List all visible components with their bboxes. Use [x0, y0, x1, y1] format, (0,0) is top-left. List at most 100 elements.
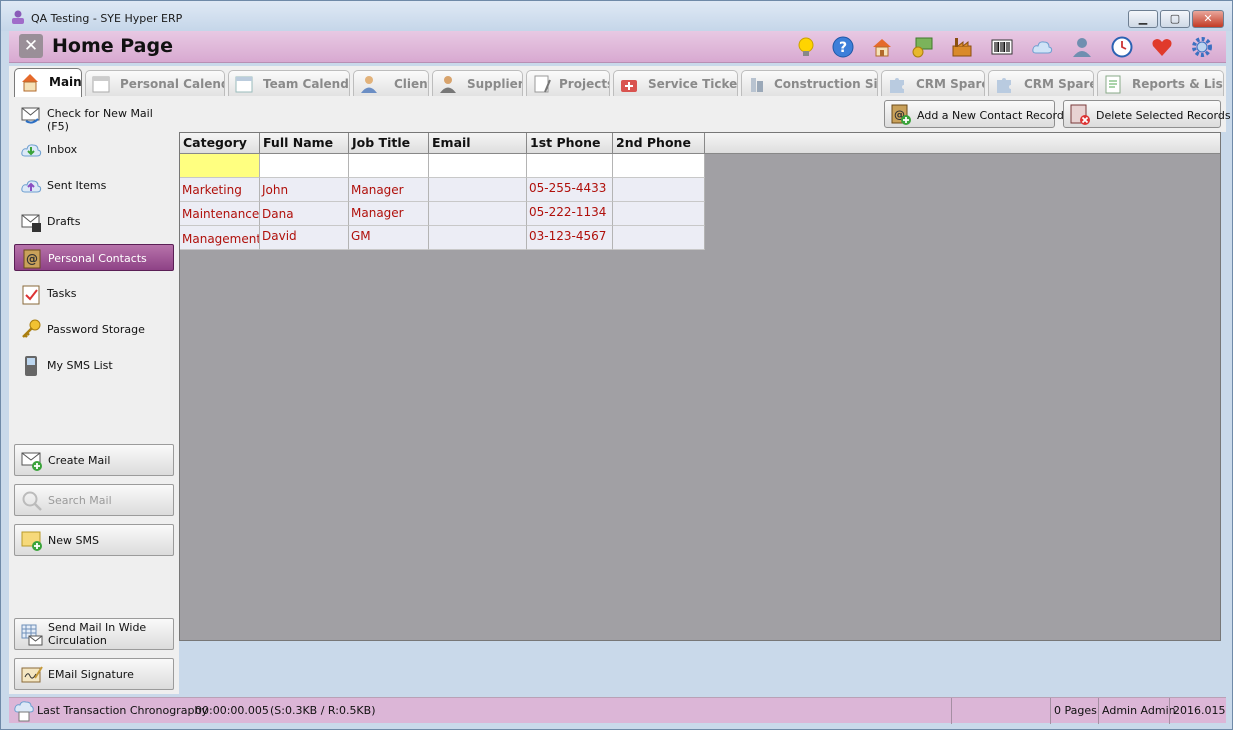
- table-cell[interactable]: John: [260, 178, 349, 202]
- send-wide-label-line1: Send Mail In Wide: [48, 621, 147, 634]
- tab-clients[interactable]: Clients: [353, 70, 429, 96]
- tab-team-calendar[interactable]: Team Calendar: [228, 70, 350, 96]
- table-cell[interactable]: GM: [349, 226, 429, 250]
- status-separator: [1169, 698, 1170, 724]
- sent-icon: [21, 180, 42, 193]
- puzzle-icon: [997, 78, 1011, 93]
- sidebar-item-my-sms-list[interactable]: My SMS List: [14, 352, 174, 379]
- table-cell[interactable]: Dana: [260, 202, 349, 226]
- filter-cell-category[interactable]: [180, 154, 260, 178]
- title-bar: QA Testing - SYE Hyper ERP ▁ ▢ ✕: [1, 1, 1232, 31]
- home-icon[interactable]: [871, 36, 893, 58]
- key-icon: [22, 319, 41, 338]
- column-header-email[interactable]: Email: [429, 133, 527, 154]
- check-mail-button[interactable]: Check for New Mail (F5): [14, 100, 174, 133]
- table-row[interactable]: Management David GM 03-123-4567: [180, 226, 705, 250]
- table-cell[interactable]: Maintenance: [180, 202, 260, 226]
- help-icon[interactable]: ?: [832, 36, 854, 58]
- factory-icon[interactable]: [951, 36, 973, 58]
- send-wide-label: Send Mail In Wide Circulation: [48, 621, 146, 647]
- tab-reports-lists[interactable]: Reports & Lists: [1097, 70, 1224, 96]
- filter-row: [180, 154, 705, 178]
- table-cell[interactable]: [613, 202, 705, 226]
- lightbulb-icon[interactable]: [795, 36, 817, 58]
- table-cell[interactable]: [613, 178, 705, 202]
- sidebar-item-password-storage[interactable]: Password Storage: [14, 316, 174, 343]
- tab-projects[interactable]: Projects: [526, 70, 610, 96]
- table-cell[interactable]: Management: [180, 226, 260, 250]
- close-window-button[interactable]: ✕: [1192, 10, 1224, 28]
- new-sms-label: New SMS: [48, 534, 99, 547]
- table-row[interactable]: Maintenance Dana Manager 05-222-1134: [180, 202, 705, 226]
- drafts-icon: [21, 214, 41, 232]
- tab-service-tickets[interactable]: Service Tickets: [613, 70, 738, 96]
- send-wide-circulation-button[interactable]: Send Mail In Wide Circulation: [14, 618, 174, 650]
- column-header-2nd-phone[interactable]: 2nd Phone: [613, 133, 705, 154]
- column-header-category[interactable]: Category: [180, 133, 260, 154]
- heart-icon[interactable]: [1151, 36, 1173, 58]
- cloud-icon[interactable]: [1031, 36, 1053, 58]
- column-header-1st-phone[interactable]: 1st Phone: [527, 133, 613, 154]
- sidebar-item-label: Tasks: [47, 287, 77, 300]
- settings-icon[interactable]: [1191, 36, 1213, 58]
- table-cell[interactable]: David: [260, 226, 349, 250]
- sidebar-item-personal-contacts[interactable]: @ Personal Contacts: [14, 244, 174, 271]
- table-cell[interactable]: [429, 178, 527, 202]
- status-user: Admin Admin: [1102, 704, 1176, 717]
- table-cell[interactable]: 05-255-4433: [527, 178, 613, 202]
- table-cell[interactable]: 05-222-1134: [527, 202, 613, 226]
- tab-suppliers[interactable]: Suppliers: [432, 70, 523, 96]
- sidebar-item-label: Sent Items: [47, 179, 107, 192]
- sidebar-item-inbox[interactable]: Inbox: [14, 136, 174, 163]
- search-mail-button[interactable]: Search Mail: [14, 484, 174, 516]
- add-contact-label: Add a New Contact Record: [917, 109, 1064, 122]
- tab-label: Construction Sites: [774, 77, 878, 91]
- barcode-icon[interactable]: [991, 36, 1013, 58]
- close-page-button[interactable]: ✕: [19, 34, 43, 58]
- filter-cell-email[interactable]: [429, 154, 527, 178]
- tab-label: Service Tickets: [648, 77, 738, 91]
- tab-crm-spare3[interactable]: CRM Spare3: [988, 70, 1094, 96]
- table-cell[interactable]: Marketing: [180, 178, 260, 202]
- status-pages: 0 Pages: [1054, 704, 1097, 717]
- add-contact-button[interactable]: @ Add a New Contact Record: [884, 100, 1064, 128]
- delete-records-label: Delete Selected Records: [1096, 109, 1231, 122]
- status-label: Last Transaction Chronography: [37, 704, 208, 717]
- table-cell[interactable]: 03-123-4567: [527, 226, 613, 250]
- table-cell[interactable]: Manager: [349, 178, 429, 202]
- tab-personal-calendar[interactable]: Personal Calendar: [85, 70, 225, 96]
- column-header-job-title[interactable]: Job Title: [349, 133, 429, 154]
- filter-cell-full-name[interactable]: [260, 154, 349, 178]
- new-sms-button[interactable]: New SMS: [14, 524, 174, 556]
- money-icon[interactable]: [911, 36, 933, 58]
- table-cell[interactable]: Manager: [349, 202, 429, 226]
- email-signature-button[interactable]: EMail Signature: [14, 658, 174, 690]
- table-cell[interactable]: [613, 226, 705, 250]
- filter-cell-2nd-phone[interactable]: [613, 154, 705, 178]
- users-icon[interactable]: [1071, 36, 1093, 58]
- tab-construction-sites[interactable]: Construction Sites: [741, 70, 878, 96]
- page-header: ✕ Home Page ?: [9, 31, 1226, 63]
- sidebar: Check for New Mail (F5) Inbox Sent Items…: [9, 98, 179, 694]
- team-calendar-icon: [235, 76, 253, 93]
- create-mail-button[interactable]: Create Mail: [14, 444, 174, 476]
- sidebar-item-drafts[interactable]: Drafts: [14, 208, 174, 235]
- table-row[interactable]: Marketing John Manager 05-255-4433: [180, 178, 705, 202]
- minimize-button[interactable]: ▁: [1128, 10, 1158, 28]
- sidebar-item-label: Password Storage: [47, 323, 145, 336]
- table-cell[interactable]: [429, 202, 527, 226]
- clock-icon[interactable]: [1111, 36, 1133, 58]
- column-header-full-name[interactable]: Full Name: [260, 133, 349, 154]
- sidebar-item-sent-items[interactable]: Sent Items: [14, 172, 174, 199]
- filter-cell-job-title[interactable]: [349, 154, 429, 178]
- tasks-icon: [22, 285, 40, 305]
- filter-cell-1st-phone[interactable]: [527, 154, 613, 178]
- sidebar-item-tasks[interactable]: Tasks: [14, 280, 174, 307]
- table-cell[interactable]: [429, 226, 527, 250]
- signature-icon: [21, 666, 43, 683]
- delete-records-button[interactable]: Delete Selected Records: [1063, 100, 1231, 128]
- tab-crm-spare1[interactable]: CRM Spare1: [881, 70, 985, 96]
- tab-main[interactable]: Main: [14, 68, 82, 97]
- maximize-button[interactable]: ▢: [1160, 10, 1190, 28]
- client-icon: [361, 76, 377, 93]
